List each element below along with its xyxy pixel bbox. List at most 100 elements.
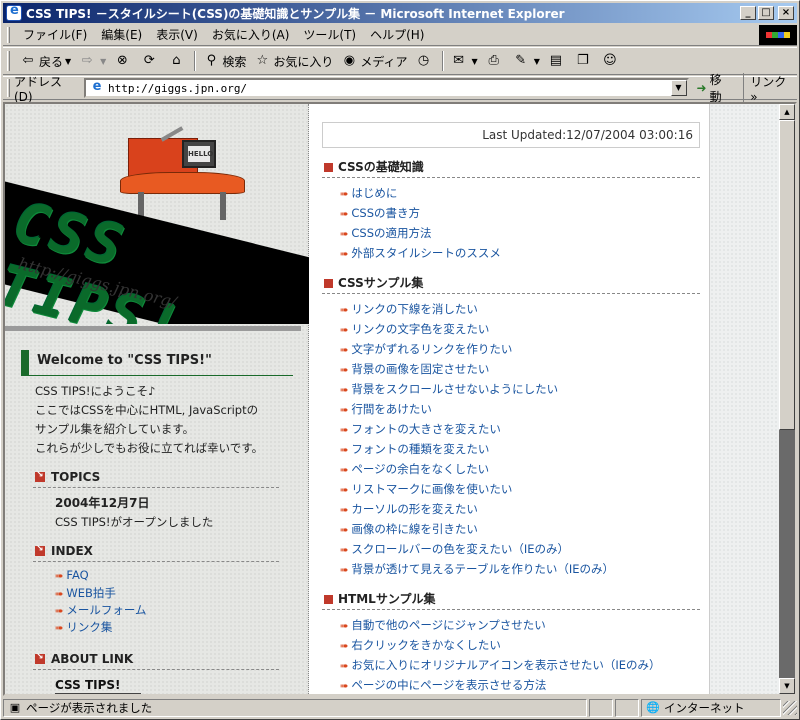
arrow-icon: ➠	[340, 505, 349, 516]
content-link[interactable]: リストマークに画像を使いたい	[351, 482, 512, 496]
scroll-up-icon[interactable]: ▲	[779, 104, 795, 120]
menu-file[interactable]: ファイル(F)	[16, 26, 94, 43]
edit-button[interactable]: ✎ ▼	[509, 50, 544, 72]
addressbar-grip[interactable]	[7, 79, 10, 97]
index-link-links[interactable]: リンク集	[66, 620, 112, 634]
menu-edit[interactable]: 編集(E)	[94, 26, 149, 43]
right-margin-column	[709, 104, 779, 694]
status-zone: 🌐 インターネット	[641, 699, 781, 717]
site-logo[interactable]: HELLO CSS TIPS! http://giggs.jpn.org/	[5, 104, 309, 324]
list-item: ➠ ページの中にページを表示させる方法	[340, 676, 660, 694]
index-link-web-clap[interactable]: WEB拍手	[66, 586, 116, 600]
address-url[interactable]: http://giggs.jpn.org/	[108, 82, 247, 95]
address-input[interactable]: e http://giggs.jpn.org/ ▼	[83, 78, 689, 98]
zone-label: インターネット	[664, 701, 745, 715]
content-link[interactable]: 背景をスクロールさせないようにしたい	[351, 382, 558, 396]
content-link[interactable]: 背景の画像を固定させたい	[351, 362, 489, 376]
go-button[interactable]: ➜ 移動	[697, 71, 734, 105]
content-link[interactable]: はじめに	[351, 186, 397, 200]
vertical-scrollbar[interactable]: ▲ ▼	[779, 104, 795, 694]
content-link[interactable]: 外部スタイルシートのススメ	[351, 246, 501, 260]
minimize-button[interactable]: _	[740, 6, 756, 20]
menu-tools[interactable]: ツール(T)	[296, 26, 363, 43]
content-link[interactable]: リンクの下線を消したい	[351, 302, 478, 316]
back-dropdown-icon[interactable]: ▼	[65, 57, 71, 66]
resize-grip-icon[interactable]	[783, 701, 797, 715]
content-link[interactable]: CSSの適用方法	[351, 226, 431, 240]
research-button[interactable]: ❐	[571, 50, 598, 72]
stop-icon: ⊗	[116, 53, 128, 68]
list-item: ➠ リストマークに画像を使いたい	[340, 480, 614, 500]
scroll-down-icon[interactable]: ▼	[779, 678, 795, 694]
home-button[interactable]: ⌂	[164, 50, 191, 72]
go-arrow-icon: ➜	[696, 81, 707, 95]
list-item: ➠ リンクの文字色を変えたい	[340, 320, 614, 340]
go-label: 移動	[709, 73, 722, 104]
content-link[interactable]: 右クリックをきかなくしたい	[351, 638, 501, 652]
menubar-grip[interactable]	[7, 26, 10, 43]
refresh-button[interactable]: ⟳	[137, 50, 164, 72]
toolbar-separator	[441, 51, 444, 71]
close-button[interactable]: ×	[778, 6, 794, 20]
messenger-button[interactable]: ☺	[598, 50, 625, 72]
maximize-button[interactable]: □	[758, 6, 774, 20]
history-button[interactable]: ◷	[412, 50, 439, 72]
forward-button[interactable]: ⇨ ▼	[75, 50, 110, 72]
arrow-icon: ➠	[55, 571, 64, 582]
back-button[interactable]: ⇦ 戻る ▼	[16, 50, 75, 72]
menu-help[interactable]: ヘルプ(H)	[363, 26, 431, 43]
index-link-mailform[interactable]: メールフォーム	[66, 603, 146, 617]
list-item: ➠ WEB拍手	[55, 585, 147, 602]
menu-favorites[interactable]: お気に入り(A)	[205, 26, 297, 43]
content-link[interactable]: リンクの文字色を変えたい	[351, 322, 489, 336]
arrow-icon: ➠	[55, 589, 64, 600]
content-link[interactable]: 背景が透けて見えるテーブルを作りたい（IEのみ）	[351, 562, 614, 576]
search-button[interactable]: ⚲ 検索	[199, 50, 250, 72]
content-link[interactable]: カーソルの形を変えたい	[351, 502, 478, 516]
content-link[interactable]: 画像の枠に線を引きたい	[351, 522, 478, 536]
history-icon: ◷	[417, 53, 430, 68]
scroll-track[interactable]	[779, 430, 795, 678]
media-button[interactable]: ◉ メディア	[337, 50, 411, 72]
intro-line: サンプル集を紹介しています。	[35, 422, 195, 436]
list-item: ➠ 行間をあけたい	[340, 400, 614, 420]
mail-icon: ✉	[453, 53, 464, 68]
edit-dropdown-icon[interactable]: ▼	[534, 57, 540, 66]
about-link-banner[interactable]: CSS TIPS!	[55, 678, 141, 694]
content-link[interactable]: スクロールバーの色を変えたい（IEのみ）	[351, 542, 569, 556]
content-link[interactable]: ページの余白をなくしたい	[351, 462, 489, 476]
print-button[interactable]: ⎙	[482, 50, 509, 72]
content-link[interactable]: お気に入りにオリジナルアイコンを表示させたい（IEのみ）	[351, 658, 660, 672]
home-icon: ⌂	[172, 53, 181, 68]
content-link[interactable]: フォントの種類を変えたい	[351, 442, 489, 456]
list-item: ➠ 背景の画像を固定させたい	[340, 360, 614, 380]
scroll-thumb[interactable]	[779, 120, 795, 430]
mail-dropdown-icon[interactable]: ▼	[472, 57, 478, 66]
mail-button[interactable]: ✉ ▼	[447, 50, 482, 72]
menu-view[interactable]: 表示(V)	[149, 26, 205, 43]
index-link-faq[interactable]: FAQ	[66, 568, 88, 582]
edit-icon: ✎	[515, 53, 527, 68]
content-link[interactable]: 行間をあけたい	[351, 402, 432, 416]
ie-icon[interactable]	[6, 3, 22, 21]
refresh-icon: ⟳	[143, 53, 155, 68]
favorites-button[interactable]: ☆ お気に入り	[250, 50, 337, 72]
address-dropdown-icon[interactable]: ▼	[670, 80, 687, 96]
list-item: ➠ 自動で他のページにジャンプさせたい	[340, 616, 660, 636]
discuss-button[interactable]: ▤	[544, 50, 571, 72]
forward-dropdown-icon[interactable]: ▼	[100, 57, 106, 66]
links-button[interactable]: リンク »	[743, 72, 797, 104]
content-link[interactable]: 自動で他のページにジャンプさせたい	[351, 618, 545, 632]
content-link[interactable]: フォントの大きさを変えたい	[351, 422, 501, 436]
content-link[interactable]: CSSの書き方	[351, 206, 420, 220]
globe-icon: 🌐	[646, 701, 660, 714]
content-link[interactable]: 文字がずれるリンクを作りたい	[351, 342, 512, 356]
stop-button[interactable]: ⊗	[110, 50, 137, 72]
arrow-icon: ➠	[55, 623, 64, 634]
title-bar[interactable]: CSS TIPS! －スタイルシート(CSS)の基礎知識とサンプル集 － Mic…	[3, 3, 797, 23]
content-link[interactable]: ページの中にページを表示させる方法	[351, 678, 546, 692]
back-arrow-icon: ⇦	[22, 53, 34, 68]
toolbar-grip[interactable]	[7, 51, 10, 71]
discuss-icon: ▤	[549, 53, 562, 68]
toolbar-separator	[194, 51, 197, 71]
